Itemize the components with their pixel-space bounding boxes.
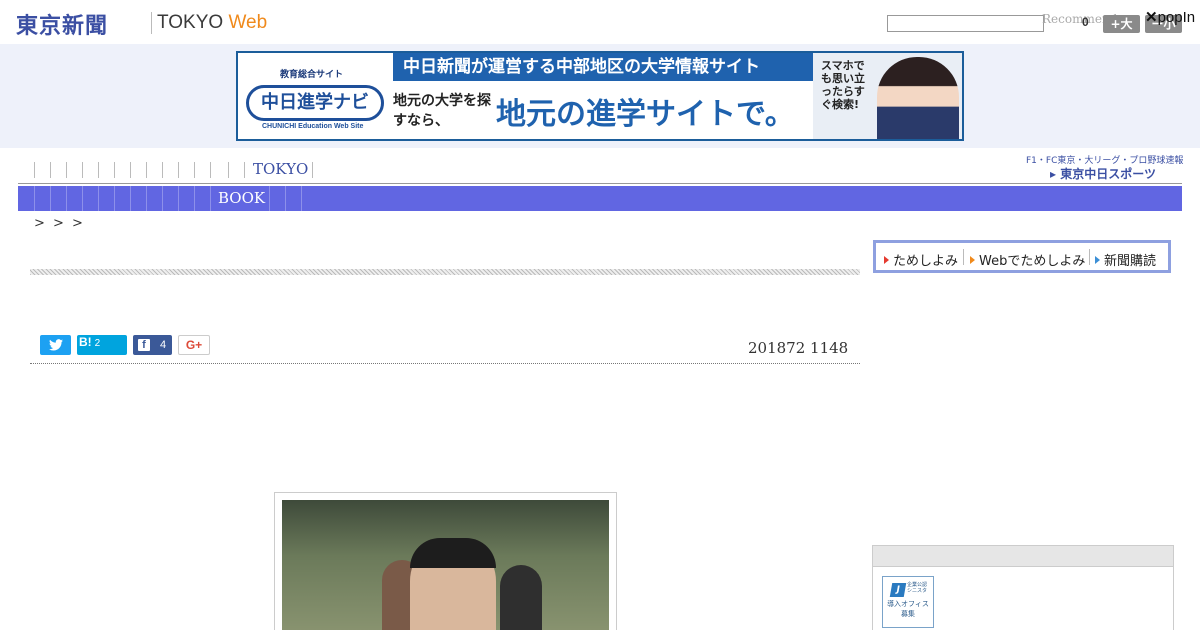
close-icon[interactable]: ✕ bbox=[1145, 9, 1158, 26]
subnav-divider bbox=[210, 186, 211, 211]
subnav-divider bbox=[146, 186, 147, 211]
banner-small-label: 教育総合サイト bbox=[280, 70, 344, 80]
nav-divider bbox=[244, 162, 245, 178]
banner-headline: 中日新聞が運営する中部地区の大学情報サイト bbox=[393, 53, 813, 81]
nav-item-tokyo[interactable]: TOKYO bbox=[253, 160, 308, 178]
banner-logo: 中日進学ナビ bbox=[246, 85, 384, 121]
banner-photo-area: スマホでも思い立ったらすぐ検索! bbox=[813, 53, 962, 139]
font-larger-button[interactable]: +大 bbox=[1103, 15, 1140, 33]
nav-divider bbox=[34, 162, 35, 178]
article-meta-rule bbox=[30, 363, 860, 364]
site-logo-jp[interactable]: 東京新聞 bbox=[16, 8, 108, 40]
article-photo[interactable] bbox=[282, 500, 609, 630]
subscribe-link[interactable]: 新聞購読 bbox=[1095, 250, 1156, 269]
subscription-links: ためしよみ Webでためしよみ 新聞購読 bbox=[873, 240, 1171, 273]
banner-logo-en: CHUNICHI Education Web Site bbox=[262, 123, 364, 130]
nav-divider bbox=[178, 162, 179, 178]
ad-banner[interactable]: 教育総合サイト 中日進学ナビ CHUNICHI Education Web Si… bbox=[236, 51, 964, 141]
sidebar-section-header bbox=[872, 545, 1174, 567]
banner-logo-area: 教育総合サイト 中日進学ナビ CHUNICHI Education Web Si… bbox=[238, 53, 388, 139]
subnav-divider bbox=[34, 186, 35, 211]
facebook-share-button[interactable]: f4 bbox=[133, 335, 172, 355]
triangle-right-icon bbox=[970, 256, 975, 264]
triangle-right-icon bbox=[1095, 256, 1100, 264]
nav-divider bbox=[66, 162, 67, 178]
article-photo-frame bbox=[274, 492, 617, 630]
subnav-divider bbox=[178, 186, 179, 211]
banner-subtext: 地元の大学を探すなら、 bbox=[393, 93, 491, 129]
facebook-icon: f bbox=[138, 339, 150, 351]
trial-read-link[interactable]: ためしよみ bbox=[884, 250, 958, 269]
facebook-count: 4 bbox=[160, 339, 167, 351]
banner-model-photo bbox=[877, 57, 959, 139]
nav-divider bbox=[98, 162, 99, 178]
nav-underline bbox=[18, 183, 1182, 184]
web-trial-read-link[interactable]: Webでためしよみ bbox=[970, 250, 1085, 269]
google-plus-button[interactable]: G+ bbox=[178, 335, 210, 355]
nav-divider bbox=[228, 162, 229, 178]
logo-divider bbox=[151, 12, 152, 34]
subnav-divider bbox=[269, 186, 270, 211]
nav-divider bbox=[312, 162, 313, 178]
photo-background-person bbox=[500, 565, 542, 630]
subnav-divider bbox=[50, 186, 51, 211]
banner-area: 教育総合サイト 中日進学ナビ CHUNICHI Education Web Si… bbox=[0, 44, 1200, 148]
logo-en-main: TOKYO bbox=[157, 12, 229, 33]
site-header: 東京新聞 TOKYO Web Recommend 0 +大 ー小 ✕popIn bbox=[0, 0, 1200, 44]
ad-text: 導入オフィス 募集 bbox=[887, 600, 929, 618]
popin-widget[interactable]: ✕popIn bbox=[1145, 8, 1195, 26]
subnav-divider bbox=[194, 186, 195, 211]
triangle-right-icon bbox=[884, 256, 889, 264]
recommend-count: 0 bbox=[1082, 15, 1089, 29]
nav-divider bbox=[82, 162, 83, 178]
subnav-divider bbox=[130, 186, 131, 211]
subnav-divider bbox=[162, 186, 163, 211]
hatena-label: B! bbox=[79, 335, 92, 349]
twitter-share-button[interactable] bbox=[40, 335, 71, 355]
twitter-bird-icon bbox=[48, 339, 63, 351]
subnav-divider bbox=[301, 186, 302, 211]
nav-divider bbox=[114, 162, 115, 178]
sidebar-ad[interactable]: J 企業公認 シニスタ 導入オフィス 募集 bbox=[882, 576, 934, 628]
nav-divider bbox=[210, 162, 211, 178]
subnav-divider bbox=[114, 186, 115, 211]
banner-main-text: 地元の進学サイトで。 bbox=[496, 97, 795, 132]
article-title-rule bbox=[30, 269, 860, 275]
subnav-divider bbox=[82, 186, 83, 211]
search-input[interactable] bbox=[887, 15, 1044, 32]
ad-logo-icon: J bbox=[889, 583, 907, 597]
hatena-bookmark-button[interactable]: B! 2 bbox=[77, 335, 127, 355]
subnav-item-book[interactable]: BOOK bbox=[218, 189, 265, 207]
subscribe-label: 新聞購読 bbox=[1104, 254, 1157, 269]
nav-divider bbox=[194, 162, 195, 178]
site-logo-en[interactable]: TOKYO Web bbox=[157, 12, 267, 34]
nav-divider bbox=[162, 162, 163, 178]
breadcrumb[interactable]: > > > bbox=[34, 216, 85, 231]
logo-en-accent: Web bbox=[228, 12, 268, 33]
subnav-divider bbox=[66, 186, 67, 211]
promo-divider bbox=[963, 249, 964, 265]
nav-divider bbox=[130, 162, 131, 178]
popin-label: popIn bbox=[1157, 9, 1196, 26]
tokyo-chunichi-sports-logo[interactable]: ▸ 東京中日スポーツ bbox=[1050, 165, 1156, 182]
nav-divider bbox=[50, 162, 51, 178]
article-date: 201872 1148 bbox=[748, 339, 849, 357]
hatena-count: 2 bbox=[94, 338, 101, 349]
nav-divider bbox=[146, 162, 147, 178]
subnav-divider bbox=[98, 186, 99, 211]
photo-main-person-hair bbox=[410, 538, 496, 568]
subnav-divider bbox=[285, 186, 286, 211]
sub-nav bbox=[18, 186, 1182, 211]
web-trial-read-label: Webでためしよみ bbox=[979, 254, 1086, 269]
trial-read-label: ためしよみ bbox=[893, 254, 959, 269]
ad-small-text: 企業公認 シニスタ bbox=[907, 582, 928, 594]
promo-divider bbox=[1089, 249, 1090, 265]
banner-vertical-text: スマホでも思い立ったらすぐ検索! bbox=[821, 59, 865, 111]
